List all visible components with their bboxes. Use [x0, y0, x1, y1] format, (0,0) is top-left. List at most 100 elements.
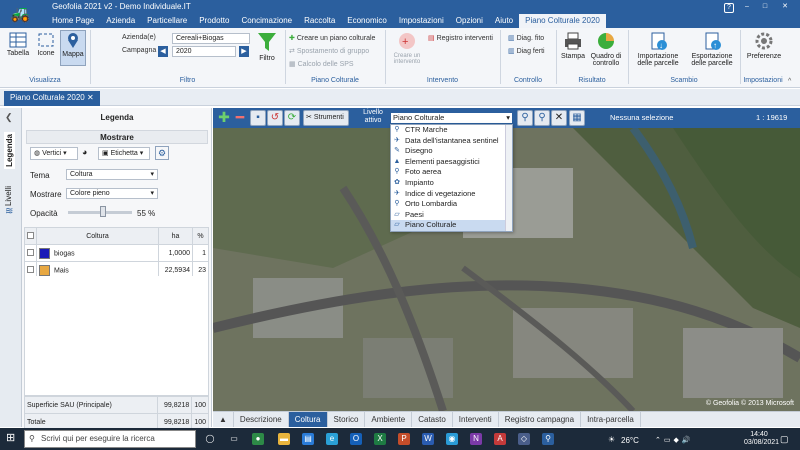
zoom-search-icon[interactable]: ⚲: [517, 110, 533, 126]
intervention-register-button[interactable]: ▤ Registro interventi: [428, 34, 493, 42]
remove-icon[interactable]: ━: [232, 110, 248, 126]
menu-home-page[interactable]: Home Page: [46, 14, 100, 28]
clear-selection-icon[interactable]: ✕: [551, 110, 567, 126]
layer-option[interactable]: ▲ Elementi paesaggistici: [391, 157, 512, 168]
layers-icon[interactable]: ≋: [5, 206, 13, 217]
column-header-ha[interactable]: ha: [158, 227, 193, 245]
select-all-checkbox[interactable]: [24, 227, 37, 245]
mostrare-select[interactable]: Colore pieno ▾: [66, 188, 158, 199]
weather-icon[interactable]: ☀: [608, 435, 615, 444]
menu-prodotto[interactable]: Prodotto: [193, 14, 235, 28]
layer-option[interactable]: ✎ Disegno: [391, 146, 512, 157]
opacity-slider-thumb[interactable]: [100, 206, 106, 217]
tab-coltura[interactable]: Coltura: [288, 412, 328, 427]
search-icon[interactable]: ⚲: [534, 110, 550, 126]
acrobat-icon[interactable]: A: [494, 433, 506, 445]
menu-impostazioni[interactable]: Impostazioni: [393, 14, 450, 28]
filter-button[interactable]: Filtro: [254, 31, 280, 62]
tab-registro-campagna[interactable]: Registro campagna: [499, 412, 582, 427]
collapse-panel-icon[interactable]: ❮: [5, 112, 13, 123]
active-layer-select[interactable]: Piano Colturale ▾: [390, 112, 513, 124]
menu-piano-colturale-2020[interactable]: Piano Colturale 2020: [519, 14, 606, 28]
crop-color-swatch[interactable]: [39, 247, 50, 259]
close-icon[interactable]: ✕: [87, 93, 94, 102]
vertices-dropdown[interactable]: ◍ Vertici ▾: [30, 147, 78, 160]
icons-view-button[interactable]: Icone: [33, 32, 59, 57]
export-parcels-button[interactable]: ↑ Esportazione delle parcelle: [686, 31, 738, 67]
print-button[interactable]: Stampa: [558, 31, 588, 60]
chrome-icon[interactable]: ●: [252, 433, 264, 445]
tab-piano-colturale[interactable]: Piano Colturale 2020 ✕: [4, 91, 100, 106]
onenote-icon[interactable]: N: [470, 433, 482, 445]
undo-icon[interactable]: ↺: [267, 110, 283, 126]
task-switch-icon[interactable]: ▭: [228, 433, 240, 445]
tab-catasto[interactable]: Catasto: [412, 412, 453, 427]
menu-concimazione[interactable]: Concimazione: [235, 14, 298, 28]
taskbar-search-box[interactable]: ⚲ Scrivi qui per eseguire la ricerca: [24, 430, 196, 448]
campagna-field[interactable]: 2020: [172, 46, 236, 57]
minimize-button[interactable]: –: [742, 3, 752, 13]
tools-button[interactable]: ✂ Strumenti: [303, 110, 349, 126]
expand-panel-icon[interactable]: ▲: [213, 412, 234, 427]
create-plan-button[interactable]: ✚ Creare un piano colturale: [289, 34, 375, 42]
layer-option[interactable]: ✈ Data dell'istantanea sentinel: [391, 136, 512, 147]
preferences-button[interactable]: Preferenze: [744, 31, 784, 60]
word-icon[interactable]: W: [422, 433, 434, 445]
grid-icon[interactable]: ▦: [569, 110, 585, 126]
column-header-coltura[interactable]: Coltura: [36, 227, 159, 245]
layer-option[interactable]: ✿ Impianto: [391, 178, 512, 189]
previous-year-button[interactable]: ◀: [158, 46, 168, 57]
tab-ambiente[interactable]: Ambiente: [365, 412, 413, 427]
import-parcels-button[interactable]: ↓ Importazione delle parcelle: [632, 31, 684, 67]
close-button[interactable]: ✕: [780, 3, 790, 13]
tab-livelli[interactable]: Livelli: [4, 186, 13, 206]
ferti-diag-button[interactable]: ▥ Diag ferti: [508, 47, 545, 55]
geofolia-taskbar-icon[interactable]: ⚲: [542, 433, 554, 445]
next-year-button[interactable]: ▶: [239, 46, 249, 57]
dashboard-button[interactable]: Quadro di controllo: [588, 31, 624, 67]
color-palette-icon[interactable]: ◕: [82, 147, 87, 157]
layer-option[interactable]: ✈ Indice di vegetazione: [391, 189, 512, 200]
label-dropdown[interactable]: ▣ Etichetta ▾: [98, 147, 150, 160]
store-icon[interactable]: ▤: [302, 433, 314, 445]
excel-icon[interactable]: X: [374, 433, 386, 445]
tab-interventi[interactable]: Interventi: [453, 412, 499, 427]
outlook-icon[interactable]: O: [350, 433, 362, 445]
tema-select[interactable]: Coltura ▾: [66, 169, 158, 180]
tab-legenda[interactable]: Legenda: [4, 132, 15, 169]
menu-particellare[interactable]: Particellare: [141, 14, 193, 28]
table-view-button[interactable]: Tabella: [4, 32, 32, 57]
save-icon[interactable]: ▪: [250, 110, 266, 126]
app-icon[interactable]: ◇: [518, 433, 530, 445]
task-view-icon[interactable]: ◯: [204, 433, 216, 445]
collapse-ribbon-icon[interactable]: ^: [788, 78, 791, 85]
tab-intra-parcella[interactable]: Intra-parcella: [581, 412, 641, 427]
folder-icon[interactable]: ▬: [278, 433, 290, 445]
column-header-pct[interactable]: %: [192, 227, 209, 245]
layer-dropdown-list[interactable]: ⚲ CTR Marche ✈ Data dell'istantanea sentine…: [390, 124, 513, 232]
phyto-diag-button[interactable]: ▥ Diag. fito: [508, 34, 544, 42]
menu-economico[interactable]: Economico: [341, 14, 393, 28]
system-tray-icons[interactable]: ⌃▭◆🔊: [655, 436, 694, 444]
create-intervention-button[interactable]: + Creare un intervento: [388, 31, 426, 65]
menu-opzioni[interactable]: Opzioni: [450, 14, 489, 28]
add-icon[interactable]: ✚: [216, 110, 232, 126]
row-checkbox[interactable]: [24, 244, 37, 262]
camera-icon[interactable]: ◉: [446, 433, 458, 445]
group-move-button[interactable]: ⇄ Spostamento di gruppo: [289, 47, 369, 55]
windows-start-icon[interactable]: ⊞: [6, 432, 18, 444]
map-view-button[interactable]: Mappa: [60, 30, 86, 66]
help-button[interactable]: ?: [724, 3, 734, 13]
layer-option[interactable]: ⚲ Foto aerea: [391, 167, 512, 178]
crop-color-swatch[interactable]: [39, 264, 50, 276]
tab-storico[interactable]: Storico: [328, 412, 366, 427]
dropdown-scrollbar[interactable]: [505, 125, 512, 231]
layer-option[interactable]: ▱ Paesi: [391, 210, 512, 221]
menu-azienda[interactable]: Azienda: [100, 14, 141, 28]
maximize-button[interactable]: □: [760, 3, 770, 13]
table-row[interactable]: biogas 1,0000 1: [24, 244, 209, 262]
settings-gear-icon[interactable]: ⚙: [155, 146, 169, 160]
refresh-icon[interactable]: ⟳: [284, 110, 300, 126]
tab-descrizione[interactable]: Descrizione: [234, 412, 289, 427]
sps-calc-button[interactable]: ▦ Calcolo delle SPS: [289, 60, 354, 68]
